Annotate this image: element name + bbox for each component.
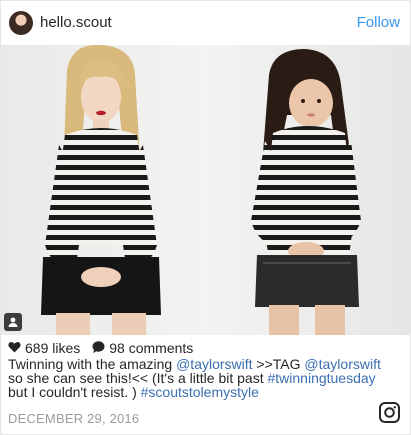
post-photo[interactable] [1, 45, 410, 335]
instagram-post-card: hello.scout Follow 689 likes 98 comments… [0, 0, 411, 435]
user-tag-icon[interactable] [4, 313, 22, 331]
post-date[interactable]: DECEMBER 29, 2016 [8, 411, 139, 426]
avatar[interactable] [9, 11, 33, 35]
likes-count[interactable]: 689 likes [25, 340, 80, 356]
comment-icon[interactable] [92, 340, 105, 356]
photo-illustration [1, 45, 410, 335]
follow-button[interactable]: Follow [357, 14, 400, 31]
username-link[interactable]: hello.scout [40, 14, 112, 31]
hashtag-link-1[interactable]: #twinningtuesday [267, 370, 375, 386]
post-caption: Twinning with the amazing @taylorswift >… [8, 357, 388, 399]
heart-icon[interactable] [8, 340, 21, 356]
caption-text-4: but I couldn't resist. ) [8, 384, 141, 400]
post-stats: 689 likes 98 comments [8, 340, 193, 356]
instagram-logo-icon[interactable] [379, 402, 400, 423]
hashtag-link-2[interactable]: #scoutstolemystyle [141, 384, 259, 400]
comments-count[interactable]: 98 comments [109, 340, 193, 356]
post-header: hello.scout Follow [1, 1, 410, 45]
